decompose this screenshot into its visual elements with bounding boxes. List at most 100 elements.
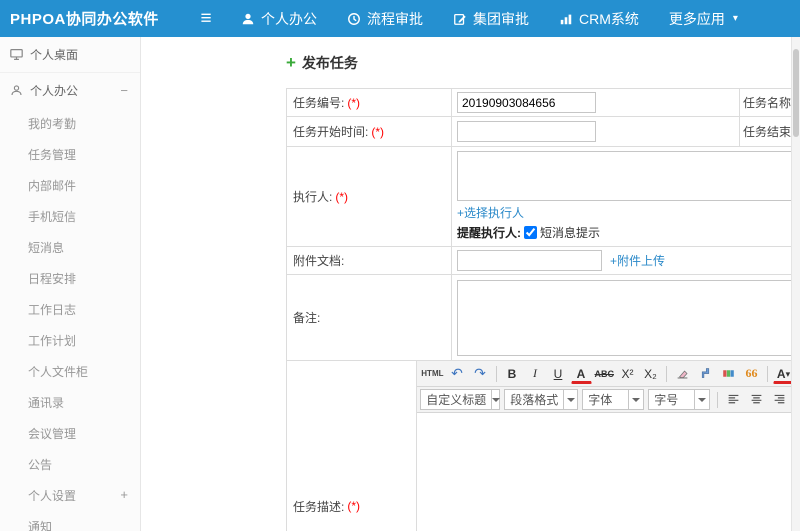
sidebar-item-attendance[interactable]: 我的考勤 <box>0 108 140 139</box>
form-row-attachment: 附件文档: +附件上传 <box>287 247 797 275</box>
nav-label: 更多应用 <box>668 10 725 27</box>
align-left-icon[interactable] <box>723 390 744 410</box>
task-name-label: 任务名称:(*) <box>739 89 797 116</box>
form-row-start-time: 任务开始时间:(*) 任务结束时间:(*) <box>287 117 797 147</box>
italic-button[interactable]: I <box>525 364 546 384</box>
end-time-label: 任务结束时间:(*) <box>739 117 797 146</box>
sidebar-item-schedule[interactable]: 日程安排 <box>0 263 140 294</box>
form-row-executor: 执行人: (*) +选择执行人 提醒执行人: 短消息提示 <box>287 147 797 247</box>
underline-button[interactable]: U <box>548 364 569 384</box>
sidebar-item-contacts[interactable]: 通讯录 <box>0 387 140 418</box>
chevron-down-icon <box>563 390 577 409</box>
top-header: PHPOA协同办公软件 ≡ 个人办公 流程审批 集团审批 CRM系统 更多应用 … <box>0 0 800 37</box>
html-source-button[interactable]: HTML <box>420 364 444 384</box>
sidebar-item-work-log[interactable]: 工作日志 <box>0 294 140 325</box>
page-title: + 发布任务 <box>286 53 358 73</box>
sidebar-item-notice[interactable]: 通知 <box>0 511 140 531</box>
bar-chart-icon <box>559 12 573 26</box>
nav-item-group-approval[interactable]: 集团审批 <box>438 0 544 37</box>
required-mark: (*) <box>347 95 361 110</box>
attachment-input[interactable] <box>457 250 602 271</box>
description-label: 任务描述: (*) <box>287 361 418 531</box>
scrollbar-thumb[interactable] <box>793 49 799 137</box>
collapse-toggle[interactable]: − <box>120 83 128 98</box>
strikethrough-button[interactable]: ABC <box>594 364 616 384</box>
superscript-button[interactable]: X² <box>617 364 638 384</box>
redo-icon[interactable]: ↷ <box>470 364 491 384</box>
sidebar-item-work-plan[interactable]: 工作计划 <box>0 325 140 356</box>
paint-palette-icon[interactable] <box>718 364 739 384</box>
bold-button[interactable]: B <box>502 364 523 384</box>
sidebar-section-personal-office[interactable]: 个人办公 − <box>0 73 140 108</box>
user-icon <box>10 84 23 97</box>
nav-item-more-apps[interactable]: 更多应用 ▾ <box>654 0 753 37</box>
font-family-select[interactable]: 字体 <box>582 389 645 410</box>
editor-content[interactable] <box>417 413 797 531</box>
toolbar-separator <box>666 365 667 382</box>
sidebar-item-label: 个人设置 <box>28 489 77 503</box>
nav-label: 个人办公 <box>261 10 317 27</box>
attachment-label: 附件文档: <box>287 247 452 274</box>
sidebar-item-internal-mail[interactable]: 内部邮件 <box>0 170 140 201</box>
custom-title-select[interactable]: 自定义标题 <box>420 389 501 410</box>
chevron-down-icon: ▾ <box>732 13 738 24</box>
sidebar-section-label: 个人办公 <box>30 84 79 98</box>
sidebar-item-short-message[interactable]: 短消息 <box>0 232 140 263</box>
task-no-label: 任务编号: (*) <box>287 89 452 116</box>
undo-icon[interactable]: ↶ <box>447 364 468 384</box>
editor-toolbar-row2: 自定义标题 段落格式 字体 字号 <box>417 387 797 413</box>
expand-toggle[interactable]: + <box>120 487 128 502</box>
paragraph-format-select[interactable]: 段落格式 <box>504 389 579 410</box>
chevron-down-icon <box>628 390 643 409</box>
sidebar-item-label: 个人桌面 <box>30 48 79 62</box>
remind-executor-label: 提醒执行人: <box>457 226 521 240</box>
required-mark: (*) <box>347 499 361 513</box>
remark-textarea[interactable] <box>457 280 792 356</box>
sidebar-item-task-management[interactable]: 任务管理 <box>0 139 140 170</box>
sms-remind-checkbox[interactable] <box>524 226 537 239</box>
sidebar-item-file-cabinet[interactable]: 个人文件柜 <box>0 356 140 387</box>
publish-task-form: 任务编号:(*) 任务名称:(*) 任务开始时间:(*) 任务结束时间:(*) <box>286 88 798 531</box>
align-right-icon[interactable] <box>769 390 790 410</box>
select-executor-link[interactable]: +选择执行人 <box>457 204 524 221</box>
editor-toolbar-row1: HTML ↶ ↷ B I U A ABC X² X₂ 66 A ▾ <box>417 361 797 387</box>
chevron-down-icon <box>491 390 500 409</box>
toolbar-separator <box>495 365 497 382</box>
blockquote-button[interactable]: 66 <box>741 364 762 384</box>
desktop-icon <box>10 48 23 61</box>
format-brush-icon[interactable] <box>695 364 716 384</box>
executor-label: 执行人: (*) <box>287 147 452 246</box>
chevron-down-icon <box>694 390 709 409</box>
form-row-task-no: 任务编号:(*) 任务名称:(*) <box>287 89 797 117</box>
eraser-icon[interactable] <box>672 364 693 384</box>
main-nav: 个人办公 流程审批 集团审批 CRM系统 更多应用 ▾ <box>226 0 753 37</box>
toolbar-separator <box>767 365 768 382</box>
nav-item-personal-office[interactable]: 个人办公 <box>226 0 332 37</box>
page-scrollbar[interactable] <box>791 37 800 531</box>
user-icon <box>241 12 255 26</box>
subscript-button[interactable]: X₂ <box>640 364 661 384</box>
start-time-input[interactable] <box>457 121 596 142</box>
app-logo: PHPOA协同办公软件 <box>10 11 159 28</box>
sidebar-item-settings[interactable]: 个人设置 + <box>0 480 140 511</box>
start-time-label: 任务开始时间: (*) <box>287 117 452 146</box>
sidebar-item-meeting[interactable]: 会议管理 <box>0 418 140 449</box>
nav-item-process-approval[interactable]: 流程审批 <box>332 0 438 37</box>
required-mark: (*) <box>335 189 349 204</box>
task-no-input[interactable] <box>457 92 596 113</box>
form-row-remark: 备注: <box>287 275 797 361</box>
executor-textarea[interactable] <box>457 151 792 201</box>
main-content: + 发布任务 任务编号:(*) 任务名称:(*) 任务开始时间:(*) <box>142 37 800 531</box>
sidebar-item-announcement[interactable]: 公告 <box>0 449 140 480</box>
sidebar: 个人桌面 个人办公 − 我的考勤 任务管理 内部邮件 手机短信 短消息 日程安排… <box>0 37 141 531</box>
toolbar-separator <box>717 391 719 408</box>
required-mark: (*) <box>371 124 385 139</box>
sidebar-item-sms[interactable]: 手机短信 <box>0 201 140 232</box>
nav-item-crm[interactable]: CRM系统 <box>544 0 654 37</box>
sidebar-item-desktop[interactable]: 个人桌面 <box>0 37 140 73</box>
menu-icon[interactable]: ≡ <box>186 8 226 30</box>
attachment-upload-link[interactable]: +附件上传 <box>610 252 665 269</box>
font-color-button[interactable]: A <box>570 367 592 384</box>
font-size-select[interactable]: 字号 <box>648 389 711 410</box>
align-center-icon[interactable] <box>746 390 767 410</box>
